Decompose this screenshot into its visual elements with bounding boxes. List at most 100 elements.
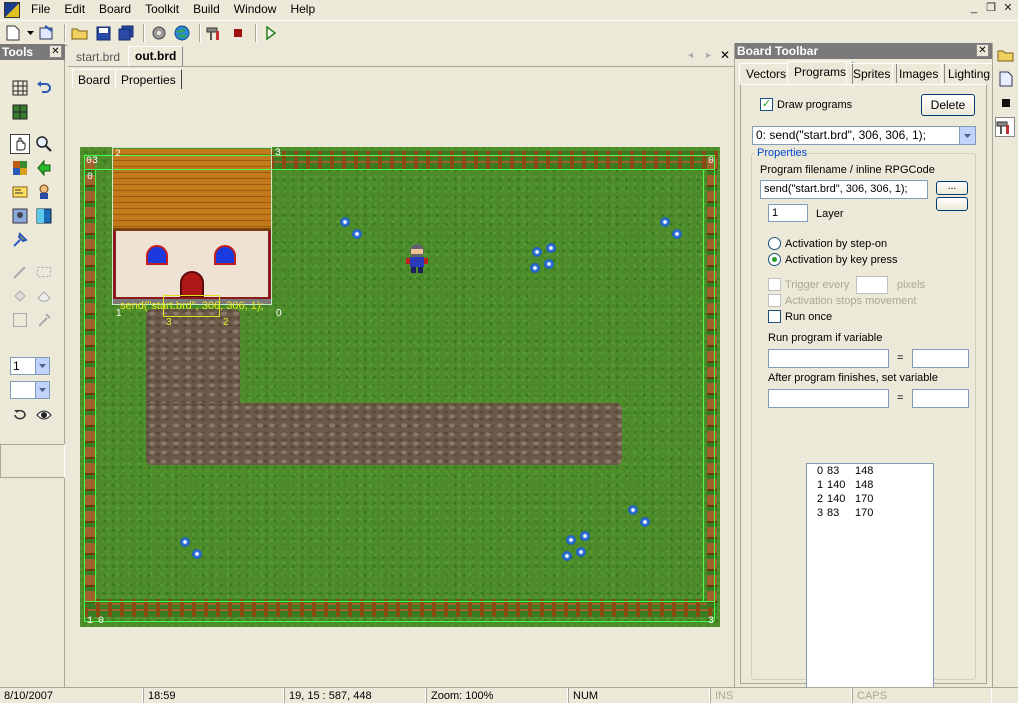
refresh-icon	[14, 409, 26, 420]
point-x: 140	[827, 479, 846, 491]
fill-tool[interactable]	[10, 286, 30, 306]
stop-button[interactable]	[228, 23, 248, 43]
side-configure-button[interactable]	[995, 117, 1015, 137]
program-point-row[interactable]: 3 83 170	[807, 506, 933, 520]
tab-vectors[interactable]: Vectors	[739, 63, 794, 83]
dropper-tool[interactable]	[34, 310, 54, 330]
status-time: 18:59	[143, 688, 284, 703]
run-once-checkbox[interactable]	[768, 310, 781, 323]
activation-key-press-radio[interactable]	[768, 253, 781, 266]
close-window-button[interactable]: ✕	[1000, 2, 1016, 16]
activation-step-on-radio[interactable]	[768, 237, 781, 250]
browse-button[interactable]: ...	[936, 181, 968, 195]
tab-sprites[interactable]: Sprites	[846, 63, 898, 83]
program-points-list[interactable]: 0 83 148 1 140 148 2 140 170 3 83 170	[806, 463, 934, 703]
sprite-tool[interactable]	[34, 182, 54, 202]
select-tool[interactable]	[34, 262, 54, 282]
tab-scroll-right-button[interactable]: ▸	[706, 50, 711, 61]
rectangle-tool[interactable]	[10, 310, 30, 330]
close-doc-button[interactable]: ✕	[720, 48, 730, 62]
subtab-board[interactable]: Board	[72, 69, 117, 89]
program-point-row[interactable]: 1 140 148	[807, 478, 933, 492]
run-if-variable-input[interactable]	[768, 349, 889, 368]
delete-button[interactable]: Delete	[921, 94, 975, 116]
layer-select[interactable]: 1	[10, 357, 50, 375]
new-dropdown-arrow[interactable]	[26, 23, 34, 43]
program-select[interactable]: 0: send("start.brd", 306, 306, 1);	[752, 126, 976, 145]
vector-tool[interactable]	[34, 158, 54, 178]
new-project-button[interactable]	[37, 23, 57, 43]
run-if-value-input[interactable]	[912, 349, 969, 368]
point-index: 1	[817, 479, 824, 491]
menu-window[interactable]: Window	[227, 0, 284, 19]
tab-scroll-left-button[interactable]: ◂	[688, 50, 693, 61]
restore-button[interactable]: ❐	[983, 2, 999, 16]
menu-file[interactable]: File	[24, 0, 57, 19]
document-icon	[999, 71, 1013, 87]
activation-stops-checkbox[interactable]	[768, 294, 781, 307]
zoom-tool[interactable]	[34, 134, 54, 154]
tile-draw-tool[interactable]	[10, 158, 30, 178]
point-x: 83	[827, 507, 840, 519]
tab-out-brd[interactable]: out.brd	[128, 46, 184, 66]
vector-label: 2	[115, 149, 122, 160]
after-value-input[interactable]	[912, 389, 969, 408]
menu-help[interactable]: Help	[283, 0, 322, 19]
menu-edit[interactable]: Edit	[57, 0, 92, 19]
program-tool[interactable]	[10, 182, 30, 202]
configure-button[interactable]	[205, 23, 225, 43]
tab-programs[interactable]: Programs	[787, 61, 854, 84]
after-variable-input[interactable]	[768, 389, 889, 408]
trigger-every-checkbox[interactable]	[768, 278, 781, 291]
board-toolbar-close-button[interactable]: ✕	[976, 44, 989, 57]
tab-images[interactable]: Images	[892, 63, 946, 83]
visibility-tool[interactable]	[34, 405, 54, 425]
secondary-select[interactable]	[10, 381, 50, 399]
open-button[interactable]	[70, 23, 90, 43]
flower	[672, 229, 682, 239]
grid-tool[interactable]	[10, 78, 30, 98]
image-tool[interactable]	[10, 206, 30, 226]
side-open-button[interactable]	[996, 45, 1016, 65]
tools-panel-close-button[interactable]: ✕	[49, 45, 62, 58]
new-file-button[interactable]	[3, 23, 23, 43]
flower	[530, 263, 540, 273]
refresh-tool[interactable]	[10, 405, 30, 425]
tab-start-brd[interactable]: start.brd	[70, 48, 126, 66]
vector-label: 1	[87, 616, 94, 627]
side-new-button[interactable]	[996, 69, 1016, 89]
vector-line	[84, 601, 714, 602]
eyedropper-tool[interactable]	[10, 230, 30, 250]
draw-programs-checkbox[interactable]: ✓	[760, 98, 773, 111]
run-button[interactable]	[261, 23, 281, 43]
menu-board[interactable]: Board	[92, 0, 138, 19]
after-equals: =	[897, 392, 904, 404]
lighting-tool[interactable]	[34, 206, 54, 226]
activation-key-press-row: Activation by key press	[768, 253, 898, 266]
pencil-tool[interactable]	[10, 262, 30, 282]
program-vertex-label: 1	[116, 308, 122, 319]
side-stop-button[interactable]	[996, 93, 1016, 113]
menu-build[interactable]: Build	[186, 0, 227, 19]
tileset-button[interactable]	[149, 23, 169, 43]
tile-grid-tool[interactable]	[10, 102, 30, 122]
menu-toolkit[interactable]: Toolkit	[138, 0, 186, 19]
program-point-row[interactable]: 2 140 170	[807, 492, 933, 506]
save-all-button[interactable]	[116, 23, 136, 43]
eraser-tool[interactable]	[34, 286, 54, 306]
minimize-button[interactable]: _	[966, 2, 982, 16]
web-button[interactable]	[172, 23, 192, 43]
board-canvas[interactable]: 0 2 3 3 0 0 1 0 3 send("start.brd", 306,…	[80, 147, 720, 627]
properties-legend: Properties	[755, 147, 810, 159]
subtab-properties[interactable]: Properties	[115, 69, 182, 89]
undo-tool[interactable]	[34, 78, 54, 98]
tab-lighting[interactable]: Lighting	[941, 63, 998, 83]
program-filename-input[interactable]: send("start.brd", 306, 306, 1);	[760, 180, 928, 199]
trigger-every-input[interactable]	[856, 276, 888, 294]
vector-label: 3	[275, 148, 282, 159]
program-point-row[interactable]: 0 83 148	[807, 464, 933, 478]
save-button[interactable]	[93, 23, 113, 43]
edit-program-button[interactable]	[936, 197, 968, 211]
pan-tool[interactable]	[10, 134, 30, 154]
layer-input[interactable]: 1	[768, 204, 808, 222]
